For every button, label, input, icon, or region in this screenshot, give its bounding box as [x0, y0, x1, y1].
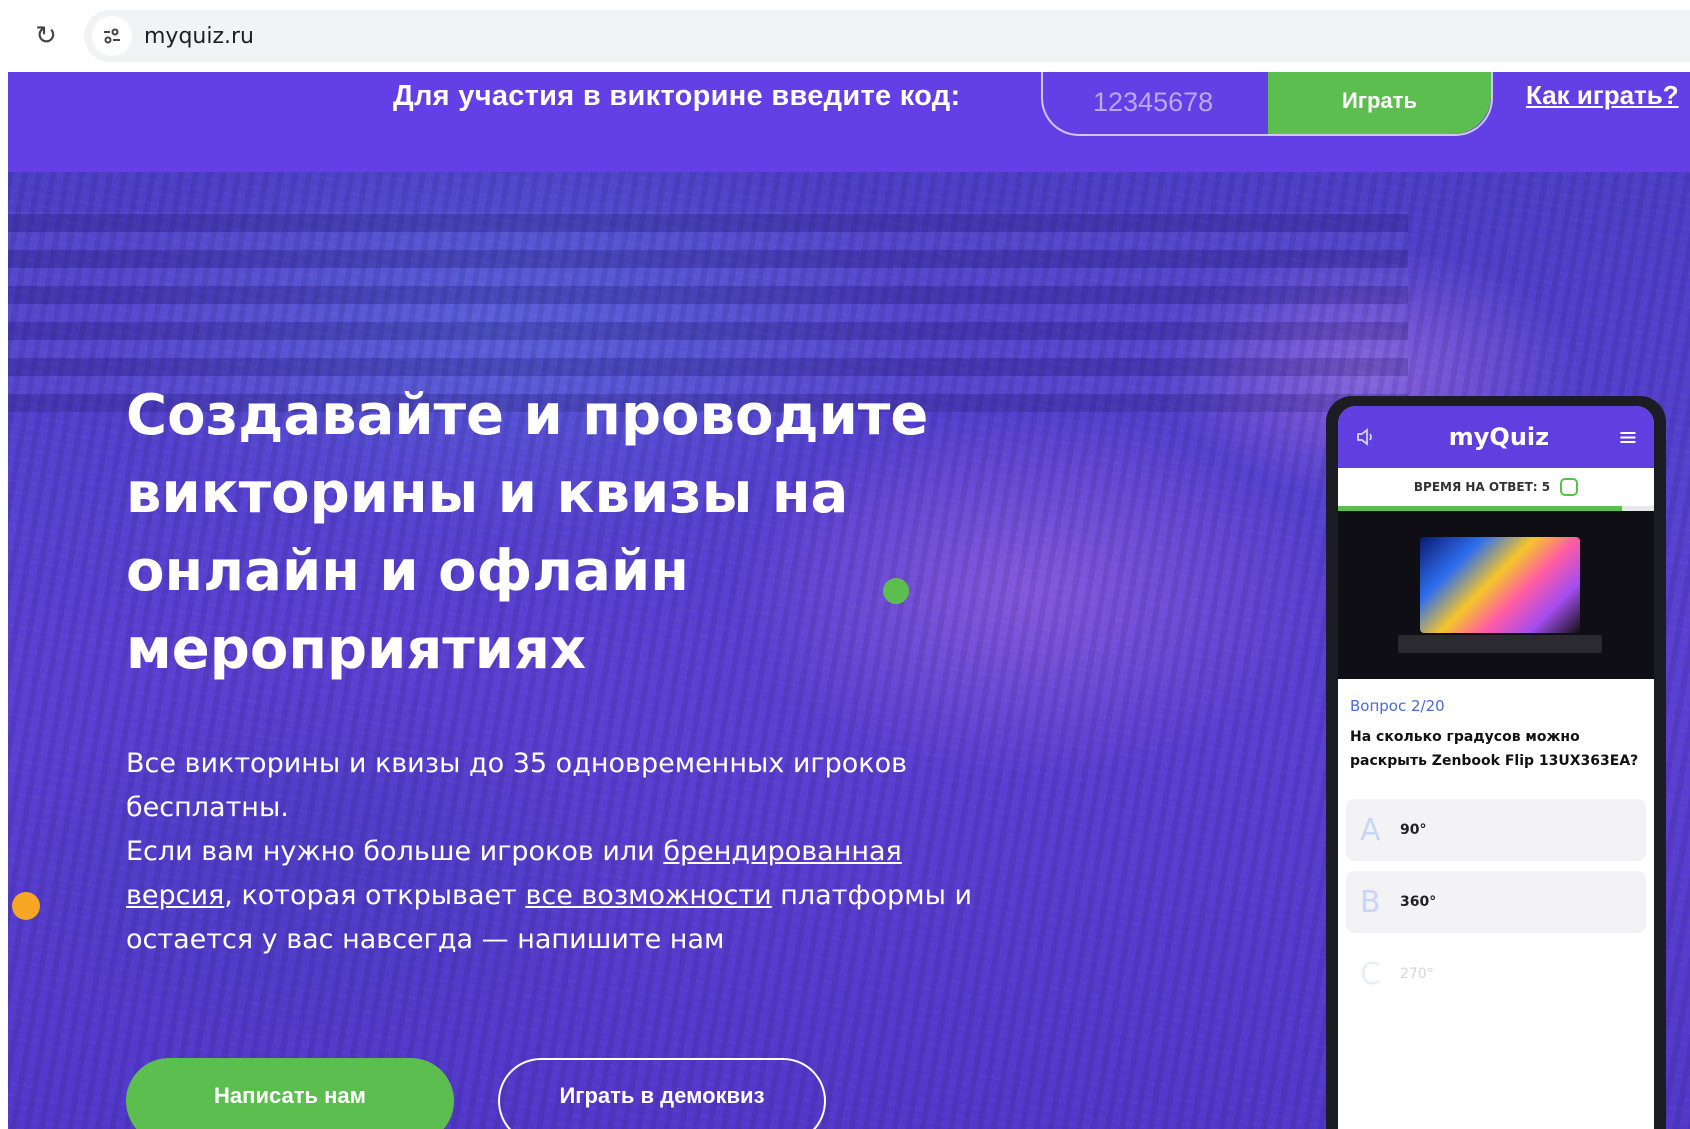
description-line-2-middle: , которая открывает: [224, 880, 526, 911]
question-number: Вопрос 2/20: [1350, 697, 1445, 715]
phone-header: myQuiz ≡: [1338, 406, 1654, 468]
question-image: [1338, 511, 1654, 679]
hamburger-menu-icon: ≡: [1617, 423, 1638, 451]
description-line-2-start: Если вам нужно больше игроков или: [126, 836, 664, 867]
decorative-dot-orange: [12, 892, 40, 920]
hero-section: Создавайте и проводите викторины и квизы…: [8, 172, 1690, 1129]
description-line-1: Все викторины и квизы до 35 одновременны…: [126, 748, 907, 823]
laptop-base: [1398, 635, 1602, 653]
hero-description: Все викторины и квизы до 35 одновременны…: [126, 742, 986, 962]
code-bar: Для участия в викторине введите код: Игр…: [8, 72, 1690, 172]
answer-letter: C: [1360, 956, 1381, 992]
address-bar[interactable]: myquiz.ru: [84, 10, 1690, 62]
question-text: На сколько градусов можно раскрыть Zenbo…: [1350, 729, 1639, 769]
demo-quiz-button[interactable]: Играть в демоквиз: [498, 1058, 826, 1129]
decorative-dot-green: [883, 578, 909, 604]
answer-letter: A: [1360, 812, 1381, 848]
browser-toolbar: ↻ myquiz.ru: [0, 0, 1690, 72]
answer-option-a: A 90°: [1346, 799, 1646, 861]
code-label: Для участия в викторине введите код:: [393, 80, 961, 112]
answer-text: 360°: [1400, 894, 1437, 910]
phone-screen: myQuiz ≡ ВРЕМЯ НА ОТВЕТ: 5 Вопрос 2/20 Н…: [1338, 406, 1654, 1129]
play-button[interactable]: Играть: [1268, 72, 1491, 134]
reload-icon[interactable]: ↻: [28, 18, 64, 54]
question-block: Вопрос 2/20 На сколько градусов можно ра…: [1338, 679, 1654, 773]
write-us-button[interactable]: Написать нам: [126, 1058, 454, 1129]
answer-list: A 90° B 360° C 270°: [1338, 773, 1654, 1005]
quiz-code-input[interactable]: [1043, 72, 1268, 134]
site-info-icon[interactable]: [92, 16, 132, 56]
speaker-icon: [1354, 424, 1380, 450]
timer-label: ВРЕМЯ НА ОТВЕТ: 5: [1413, 480, 1551, 494]
url-text[interactable]: myquiz.ru: [144, 24, 254, 49]
all-features-link[interactable]: все возможности: [525, 880, 771, 911]
answer-text: 90°: [1400, 822, 1427, 838]
code-form: Играть: [1041, 72, 1493, 136]
how-to-play-link[interactable]: Как играть?: [1526, 80, 1679, 111]
phone-mockup: myQuiz ≡ ВРЕМЯ НА ОТВЕТ: 5 Вопрос 2/20 Н…: [1326, 396, 1666, 1129]
hero-headline: Создавайте и проводите викторины и квизы…: [126, 383, 929, 682]
laptop-image: [1420, 537, 1580, 633]
myquiz-logo: myQuiz: [1448, 423, 1550, 451]
answer-option-c: C 270°: [1346, 943, 1646, 1005]
answer-text: 270°: [1400, 966, 1434, 982]
chat-icon: [1560, 478, 1579, 496]
answer-timer: ВРЕМЯ НА ОТВЕТ: 5: [1338, 468, 1654, 506]
answer-letter: B: [1360, 884, 1381, 920]
page: Для участия в викторине введите код: Игр…: [8, 72, 1690, 1129]
answer-option-b: B 360°: [1346, 871, 1646, 933]
